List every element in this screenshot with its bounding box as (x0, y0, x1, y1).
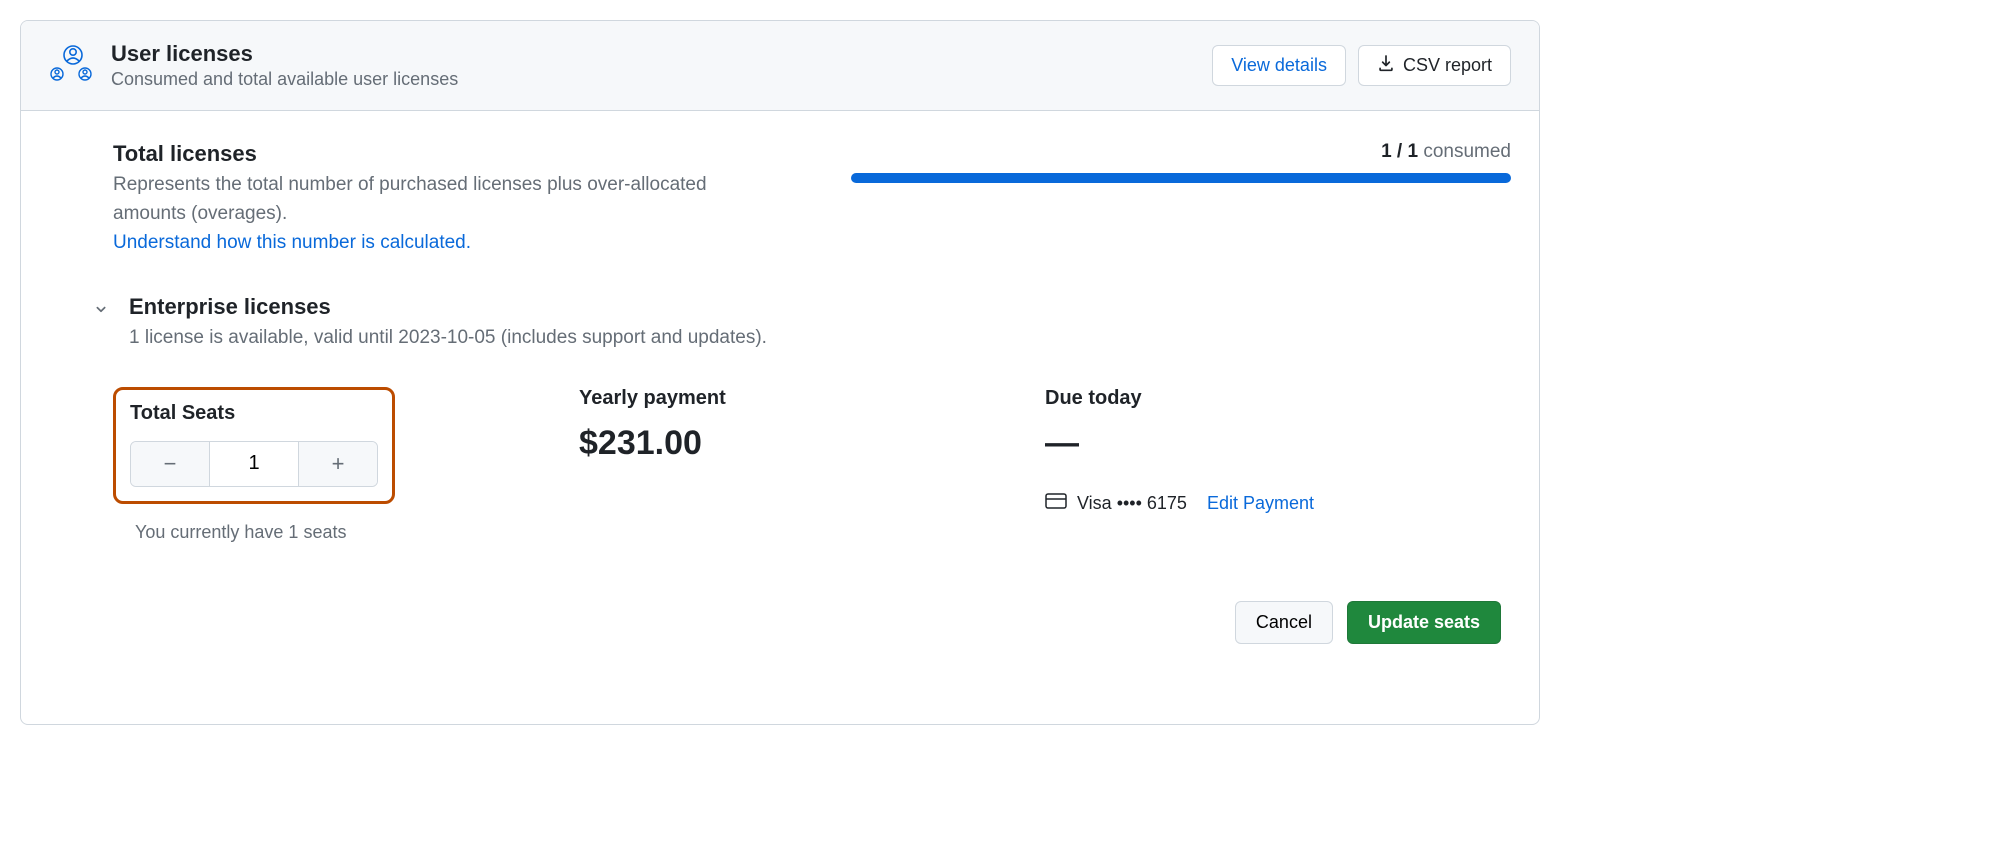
payment-method-row: Visa •••• 6175 Edit Payment (1045, 493, 1511, 514)
seats-decrement-button[interactable]: − (131, 442, 209, 486)
view-details-label: View details (1231, 55, 1327, 76)
enterprise-subtitle: 1 license is available, valid until 2023… (129, 324, 767, 353)
user-licenses-panel: User licenses Consumed and total availab… (20, 20, 1540, 725)
panel-title: User licenses (111, 41, 458, 67)
due-today-column: Due today — Visa •••• 6175 Edit Payment (1045, 387, 1511, 561)
enterprise-text: Enterprise licenses 1 license is availab… (129, 294, 767, 357)
update-seats-button[interactable]: Update seats (1347, 601, 1501, 644)
csv-report-label: CSV report (1403, 55, 1492, 76)
plus-icon: + (332, 451, 345, 477)
action-row: Cancel Update seats (91, 601, 1501, 644)
csv-report-button[interactable]: CSV report (1358, 45, 1511, 86)
users-icon (49, 41, 93, 85)
panel-body: Total licenses Represents the total numb… (21, 111, 1539, 724)
yearly-payment-amount: $231.00 (579, 424, 1045, 463)
total-seats-column: Total Seats − + You currently have 1 sea… (113, 387, 579, 561)
due-today-amount: — (1045, 424, 1511, 463)
panel-subtitle: Consumed and total available user licens… (111, 69, 458, 90)
consumed-label: 1 / 1 consumed (851, 141, 1511, 163)
total-seats-label: Total Seats (130, 402, 378, 425)
header-actions: View details CSV report (1212, 45, 1511, 86)
header-left: User licenses Consumed and total availab… (49, 41, 458, 90)
seats-note: You currently have 1 seats (135, 522, 579, 543)
consumed-suffix: consumed (1418, 141, 1511, 162)
seats-payment-grid: Total Seats − + You currently have 1 sea… (113, 387, 1511, 561)
download-icon (1377, 54, 1395, 77)
minus-icon: − (164, 451, 177, 477)
total-licenses-desc: Represents the total number of purchased… (113, 171, 753, 228)
enterprise-collapse-header[interactable]: Enterprise licenses 1 license is availab… (91, 294, 1511, 357)
consumed-block: 1 / 1 consumed (851, 141, 1511, 183)
total-seats-highlight: Total Seats − + (113, 387, 395, 504)
edit-payment-link[interactable]: Edit Payment (1207, 493, 1314, 514)
yearly-payment-label: Yearly payment (579, 387, 1045, 410)
panel-header: User licenses Consumed and total availab… (21, 21, 1539, 111)
view-details-button[interactable]: View details (1212, 45, 1346, 86)
due-today-label: Due today (1045, 387, 1511, 410)
payment-card-text: Visa •••• 6175 (1077, 493, 1187, 514)
cancel-button[interactable]: Cancel (1235, 601, 1333, 644)
consumed-value: 1 / 1 (1381, 141, 1418, 162)
total-licenses-section: Total licenses Represents the total numb… (113, 141, 1511, 254)
total-licenses-text: Total licenses Represents the total numb… (113, 141, 753, 254)
enterprise-title: Enterprise licenses (129, 294, 767, 320)
total-licenses-title: Total licenses (113, 141, 753, 167)
consumed-progress-bar (851, 173, 1511, 183)
seats-input[interactable] (209, 442, 299, 486)
chevron-down-icon (91, 294, 111, 318)
credit-card-icon (1045, 493, 1067, 514)
yearly-payment-column: Yearly payment $231.00 (579, 387, 1045, 561)
seats-increment-button[interactable]: + (299, 442, 377, 486)
header-titles: User licenses Consumed and total availab… (111, 41, 458, 90)
understand-calculation-link[interactable]: Understand how this number is calculated… (113, 232, 471, 253)
enterprise-licenses-section: Enterprise licenses 1 license is availab… (91, 294, 1511, 644)
seats-stepper: − + (130, 441, 378, 487)
